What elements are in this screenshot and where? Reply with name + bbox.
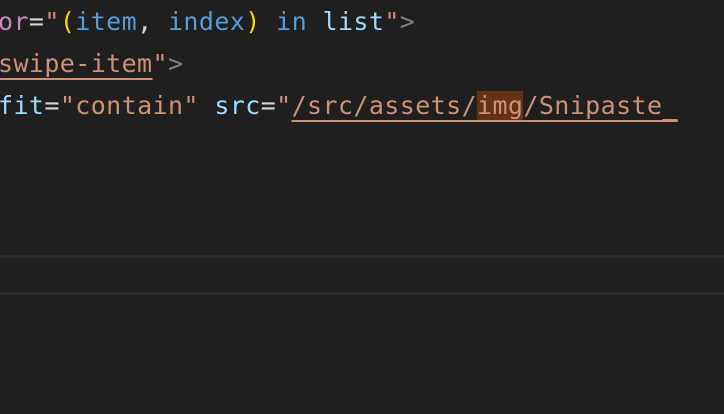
code-line-swipe-item[interactable]: swipe-item"> xyxy=(0,43,183,85)
equals-sign: = xyxy=(260,91,277,120)
search-highlight: img xyxy=(477,91,524,120)
attr-name: or xyxy=(0,7,29,36)
var-item: item xyxy=(75,7,138,36)
attr-fit: fit xyxy=(0,91,45,120)
equals-sign: = xyxy=(44,91,60,120)
quote-close: " xyxy=(384,7,400,36)
panel-divider xyxy=(0,292,724,295)
quote-open: " xyxy=(44,7,60,36)
src-path-link[interactable]: /src/assets/img/Snipaste_ xyxy=(292,91,678,120)
tag-name-link[interactable]: swipe-item xyxy=(0,49,153,78)
comma: , xyxy=(137,7,168,36)
tag-close-bracket: > xyxy=(167,49,184,78)
keyword-in: in xyxy=(276,7,308,36)
var-index: index xyxy=(167,7,246,36)
var-list: list xyxy=(322,7,385,36)
quote-open: " xyxy=(276,91,292,120)
code-editor[interactable]: or="(item, index) in list"> swipe-item">… xyxy=(0,0,724,414)
equals-sign: = xyxy=(28,7,45,36)
code-line-image-src[interactable]: fit="contain" src="/src/assets/img/Snipa… xyxy=(0,85,678,127)
attr-src: src xyxy=(214,91,261,120)
paren-open: ( xyxy=(59,7,76,36)
tag-close-bracket: > xyxy=(399,7,416,36)
paren-close: ) xyxy=(245,7,261,36)
attr-value-contain: "contain" xyxy=(59,91,199,120)
path-segment: /Snipaste_ xyxy=(523,91,678,120)
code-line-vfor[interactable]: or="(item, index) in list"> xyxy=(0,1,415,43)
path-segment: /src/assets/ xyxy=(291,91,478,120)
panel-divider xyxy=(0,255,724,258)
quote-close: " xyxy=(152,49,168,78)
